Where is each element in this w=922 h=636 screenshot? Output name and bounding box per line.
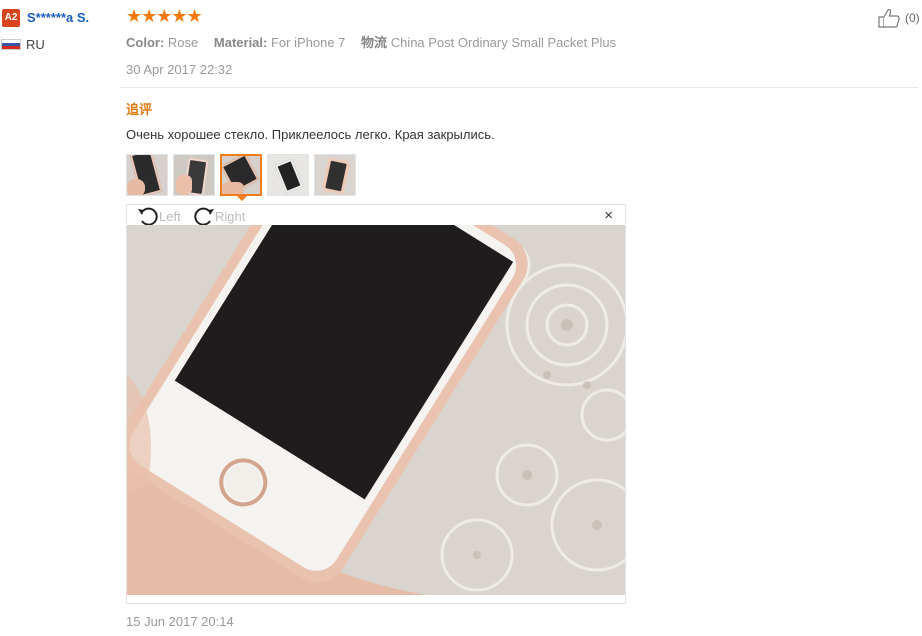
divider <box>120 87 918 88</box>
photo-thumbnail[interactable] <box>126 154 168 196</box>
followup-text: Очень хорошее стекло. Приклеелось легко.… <box>126 127 495 142</box>
photo-thumbnail-selected[interactable] <box>220 154 262 196</box>
attr-color-key: Color: <box>126 35 165 50</box>
selected-thumbnail-caret <box>236 195 248 201</box>
rotate-right-button[interactable]: Right <box>193 206 245 226</box>
attr-material-key: Material: <box>213 35 268 50</box>
viewer-toolbar: Left Right × <box>127 205 625 226</box>
photo-thumbnails <box>126 154 356 196</box>
rotate-right-icon <box>194 207 214 226</box>
attr-material-value: For iPhone 7 <box>270 35 346 50</box>
user-country: RU <box>26 37 45 52</box>
rotate-left-label: Left <box>159 208 181 224</box>
rating-stars: ★★★★★ <box>126 6 203 26</box>
photo-thumbnail[interactable] <box>173 154 215 196</box>
photo-viewer: Left Right × <box>126 204 626 604</box>
attr-color-value: Rose <box>167 35 199 50</box>
followup-label: 追评 <box>126 102 153 117</box>
followup-date: 15 Jun 2017 20:14 <box>126 614 234 629</box>
rotate-left-icon <box>138 207 158 226</box>
attr-shipping-value: China Post Ordinary Small Packet Plus <box>390 35 617 50</box>
thumbs-up-icon <box>878 9 900 28</box>
rotate-right-label: Right <box>215 208 246 224</box>
order-attributes: Color: Rose Material: For iPhone 7 物流 Ch… <box>126 32 628 51</box>
photo-thumbnail[interactable] <box>267 154 309 196</box>
helpful-button[interactable]: (0) <box>877 8 920 28</box>
close-viewer-button[interactable]: × <box>604 207 613 224</box>
review-photo-large <box>127 225 625 595</box>
rotate-left-button[interactable]: Left <box>137 206 181 226</box>
russia-flag-icon <box>1 39 21 50</box>
photo-thumbnail[interactable] <box>314 154 356 196</box>
attr-shipping-key: 物流 <box>361 35 388 50</box>
user-level-badge: A2 <box>2 9 20 27</box>
helpful-count: (0) <box>905 11 920 25</box>
review-date: 30 Apr 2017 22:32 <box>126 62 233 77</box>
user-name-link[interactable]: S******a S. <box>27 10 89 25</box>
